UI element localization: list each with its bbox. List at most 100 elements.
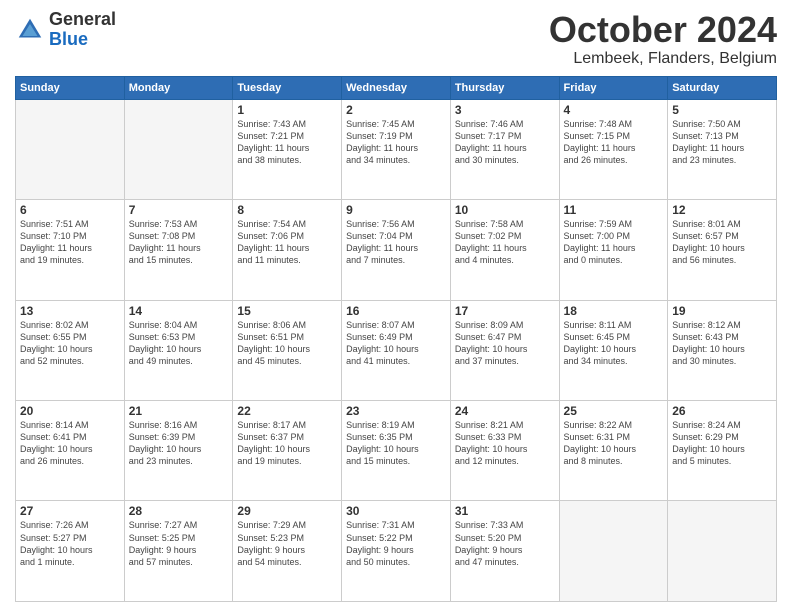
calendar-header-row: SundayMondayTuesdayWednesdayThursdayFrid… — [16, 76, 777, 99]
day-info: Sunrise: 8:12 AM Sunset: 6:43 PM Dayligh… — [672, 319, 772, 368]
calendar-cell: 21Sunrise: 8:16 AM Sunset: 6:39 PM Dayli… — [124, 401, 233, 501]
day-number: 17 — [455, 304, 555, 318]
day-number: 12 — [672, 203, 772, 217]
day-info: Sunrise: 8:19 AM Sunset: 6:35 PM Dayligh… — [346, 419, 446, 468]
day-number: 3 — [455, 103, 555, 117]
calendar-cell: 31Sunrise: 7:33 AM Sunset: 5:20 PM Dayli… — [450, 501, 559, 602]
day-number: 31 — [455, 504, 555, 518]
day-info: Sunrise: 8:09 AM Sunset: 6:47 PM Dayligh… — [455, 319, 555, 368]
calendar-cell — [559, 501, 668, 602]
day-number: 6 — [20, 203, 120, 217]
day-number: 9 — [346, 203, 446, 217]
location: Lembeek, Flanders, Belgium — [549, 50, 777, 68]
day-number: 26 — [672, 404, 772, 418]
calendar-week-row: 20Sunrise: 8:14 AM Sunset: 6:41 PM Dayli… — [16, 401, 777, 501]
calendar-cell: 23Sunrise: 8:19 AM Sunset: 6:35 PM Dayli… — [342, 401, 451, 501]
calendar-cell: 10Sunrise: 7:58 AM Sunset: 7:02 PM Dayli… — [450, 200, 559, 300]
day-number: 29 — [237, 504, 337, 518]
page: General Blue October 2024 Lembeek, Fland… — [0, 0, 792, 612]
calendar-cell: 18Sunrise: 8:11 AM Sunset: 6:45 PM Dayli… — [559, 300, 668, 400]
day-info: Sunrise: 8:02 AM Sunset: 6:55 PM Dayligh… — [20, 319, 120, 368]
logo-blue: Blue — [49, 29, 88, 49]
calendar-week-row: 13Sunrise: 8:02 AM Sunset: 6:55 PM Dayli… — [16, 300, 777, 400]
day-number: 15 — [237, 304, 337, 318]
calendar-week-row: 27Sunrise: 7:26 AM Sunset: 5:27 PM Dayli… — [16, 501, 777, 602]
calendar-cell: 28Sunrise: 7:27 AM Sunset: 5:25 PM Dayli… — [124, 501, 233, 602]
calendar-cell: 24Sunrise: 8:21 AM Sunset: 6:33 PM Dayli… — [450, 401, 559, 501]
day-number: 14 — [129, 304, 229, 318]
calendar-cell: 15Sunrise: 8:06 AM Sunset: 6:51 PM Dayli… — [233, 300, 342, 400]
calendar-cell: 14Sunrise: 8:04 AM Sunset: 6:53 PM Dayli… — [124, 300, 233, 400]
day-info: Sunrise: 8:06 AM Sunset: 6:51 PM Dayligh… — [237, 319, 337, 368]
calendar-cell: 11Sunrise: 7:59 AM Sunset: 7:00 PM Dayli… — [559, 200, 668, 300]
calendar-cell: 12Sunrise: 8:01 AM Sunset: 6:57 PM Dayli… — [668, 200, 777, 300]
calendar-cell: 5Sunrise: 7:50 AM Sunset: 7:13 PM Daylig… — [668, 99, 777, 199]
day-number: 25 — [564, 404, 664, 418]
calendar-cell: 6Sunrise: 7:51 AM Sunset: 7:10 PM Daylig… — [16, 200, 125, 300]
day-info: Sunrise: 7:29 AM Sunset: 5:23 PM Dayligh… — [237, 519, 337, 568]
day-info: Sunrise: 7:58 AM Sunset: 7:02 PM Dayligh… — [455, 218, 555, 267]
weekday-header: Wednesday — [342, 76, 451, 99]
calendar-cell: 19Sunrise: 8:12 AM Sunset: 6:43 PM Dayli… — [668, 300, 777, 400]
weekday-header: Friday — [559, 76, 668, 99]
day-number: 24 — [455, 404, 555, 418]
day-info: Sunrise: 7:45 AM Sunset: 7:19 PM Dayligh… — [346, 118, 446, 167]
calendar-cell: 27Sunrise: 7:26 AM Sunset: 5:27 PM Dayli… — [16, 501, 125, 602]
calendar-cell: 7Sunrise: 7:53 AM Sunset: 7:08 PM Daylig… — [124, 200, 233, 300]
day-number: 8 — [237, 203, 337, 217]
day-info: Sunrise: 7:43 AM Sunset: 7:21 PM Dayligh… — [237, 118, 337, 167]
calendar-cell: 1Sunrise: 7:43 AM Sunset: 7:21 PM Daylig… — [233, 99, 342, 199]
calendar-cell: 9Sunrise: 7:56 AM Sunset: 7:04 PM Daylig… — [342, 200, 451, 300]
day-number: 4 — [564, 103, 664, 117]
weekday-header: Thursday — [450, 76, 559, 99]
weekday-header: Monday — [124, 76, 233, 99]
day-info: Sunrise: 8:11 AM Sunset: 6:45 PM Dayligh… — [564, 319, 664, 368]
header: General Blue October 2024 Lembeek, Fland… — [15, 10, 777, 68]
logo-icon — [15, 15, 45, 45]
day-info: Sunrise: 7:50 AM Sunset: 7:13 PM Dayligh… — [672, 118, 772, 167]
day-info: Sunrise: 8:21 AM Sunset: 6:33 PM Dayligh… — [455, 419, 555, 468]
calendar-cell: 22Sunrise: 8:17 AM Sunset: 6:37 PM Dayli… — [233, 401, 342, 501]
day-info: Sunrise: 7:56 AM Sunset: 7:04 PM Dayligh… — [346, 218, 446, 267]
calendar-table: SundayMondayTuesdayWednesdayThursdayFrid… — [15, 76, 777, 602]
calendar-cell: 3Sunrise: 7:46 AM Sunset: 7:17 PM Daylig… — [450, 99, 559, 199]
weekday-header: Tuesday — [233, 76, 342, 99]
calendar-cell — [668, 501, 777, 602]
calendar-cell: 29Sunrise: 7:29 AM Sunset: 5:23 PM Dayli… — [233, 501, 342, 602]
calendar-cell: 2Sunrise: 7:45 AM Sunset: 7:19 PM Daylig… — [342, 99, 451, 199]
day-number: 2 — [346, 103, 446, 117]
calendar-week-row: 1Sunrise: 7:43 AM Sunset: 7:21 PM Daylig… — [16, 99, 777, 199]
day-number: 28 — [129, 504, 229, 518]
day-number: 5 — [672, 103, 772, 117]
day-info: Sunrise: 7:51 AM Sunset: 7:10 PM Dayligh… — [20, 218, 120, 267]
day-number: 22 — [237, 404, 337, 418]
calendar-cell: 4Sunrise: 7:48 AM Sunset: 7:15 PM Daylig… — [559, 99, 668, 199]
day-info: Sunrise: 8:14 AM Sunset: 6:41 PM Dayligh… — [20, 419, 120, 468]
day-info: Sunrise: 8:24 AM Sunset: 6:29 PM Dayligh… — [672, 419, 772, 468]
day-info: Sunrise: 7:27 AM Sunset: 5:25 PM Dayligh… — [129, 519, 229, 568]
day-number: 23 — [346, 404, 446, 418]
day-number: 30 — [346, 504, 446, 518]
day-info: Sunrise: 7:48 AM Sunset: 7:15 PM Dayligh… — [564, 118, 664, 167]
logo-general: General — [49, 9, 116, 29]
day-info: Sunrise: 7:59 AM Sunset: 7:00 PM Dayligh… — [564, 218, 664, 267]
calendar-cell — [16, 99, 125, 199]
day-info: Sunrise: 7:31 AM Sunset: 5:22 PM Dayligh… — [346, 519, 446, 568]
calendar-cell: 16Sunrise: 8:07 AM Sunset: 6:49 PM Dayli… — [342, 300, 451, 400]
day-number: 20 — [20, 404, 120, 418]
day-info: Sunrise: 8:17 AM Sunset: 6:37 PM Dayligh… — [237, 419, 337, 468]
day-info: Sunrise: 8:04 AM Sunset: 6:53 PM Dayligh… — [129, 319, 229, 368]
day-number: 1 — [237, 103, 337, 117]
day-number: 21 — [129, 404, 229, 418]
logo: General Blue — [15, 10, 116, 50]
logo-text: General Blue — [49, 10, 116, 50]
day-number: 27 — [20, 504, 120, 518]
calendar-cell — [124, 99, 233, 199]
day-number: 16 — [346, 304, 446, 318]
calendar-cell: 26Sunrise: 8:24 AM Sunset: 6:29 PM Dayli… — [668, 401, 777, 501]
day-number: 18 — [564, 304, 664, 318]
calendar-cell: 25Sunrise: 8:22 AM Sunset: 6:31 PM Dayli… — [559, 401, 668, 501]
calendar-cell: 13Sunrise: 8:02 AM Sunset: 6:55 PM Dayli… — [16, 300, 125, 400]
day-number: 13 — [20, 304, 120, 318]
day-number: 11 — [564, 203, 664, 217]
